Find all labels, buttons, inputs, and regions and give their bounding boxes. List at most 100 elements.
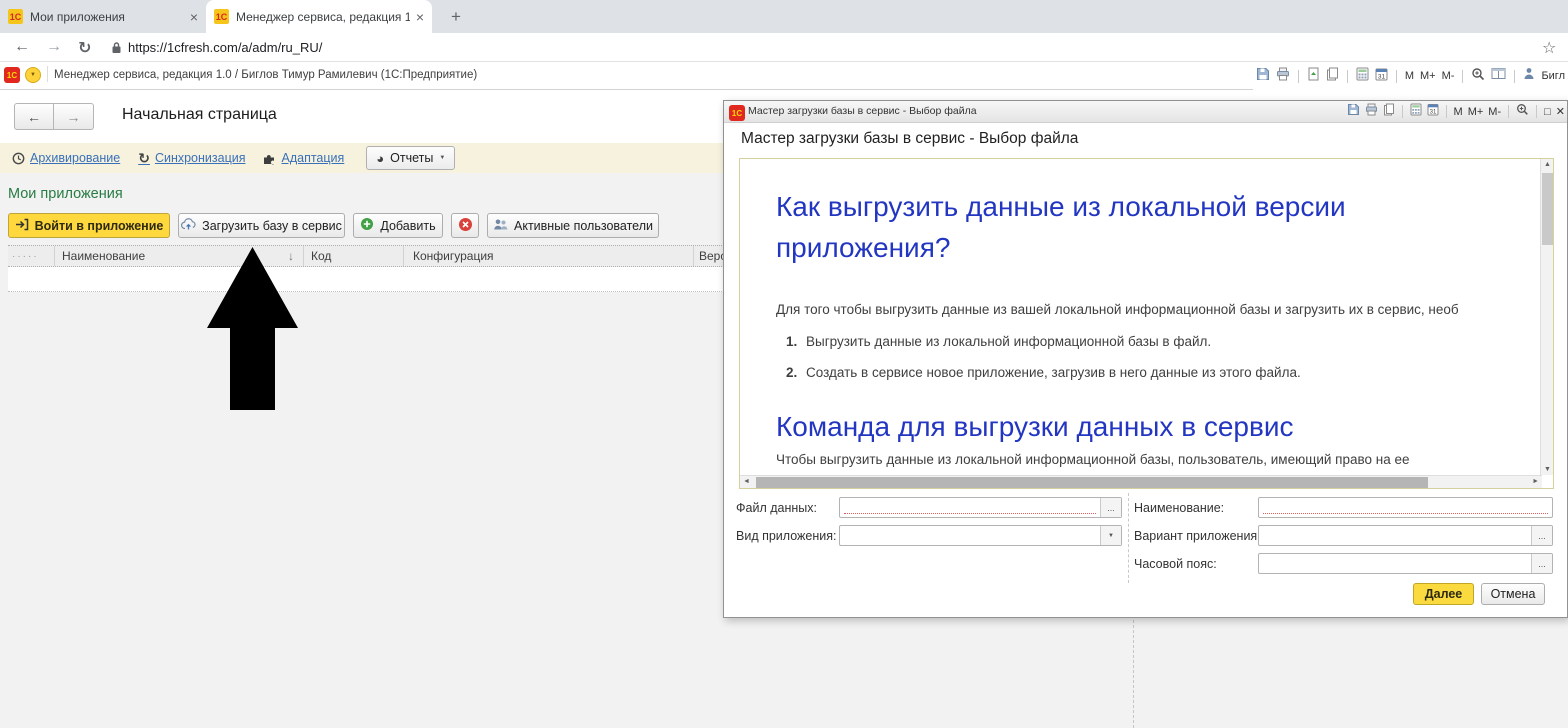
back-icon[interactable]: ← (14, 38, 30, 56)
divider (1401, 105, 1403, 118)
next-button[interactable]: Далее (1413, 583, 1474, 605)
app-toolbar: 31 M M+ M- Бигл (1252, 62, 1568, 90)
memory-m-minus-button[interactable]: M- (1442, 70, 1455, 82)
delete-button[interactable] (451, 213, 479, 238)
users-icon (493, 218, 508, 234)
calendar-icon[interactable]: 31 (1427, 103, 1439, 121)
tab-close-icon[interactable]: × (416, 9, 424, 25)
scroll-right-icon[interactable]: ► (1532, 478, 1539, 485)
archive-link[interactable]: Архивирование (12, 151, 120, 165)
memory-m-button[interactable]: M (1454, 106, 1463, 118)
url-text[interactable]: https://1cfresh.com/a/adm/ru_RU/ (128, 40, 322, 55)
split-window-icon[interactable] (1491, 67, 1506, 85)
reload-icon[interactable]: ↻ (78, 38, 91, 58)
cancel-button[interactable]: Отмена (1481, 583, 1545, 605)
new-tab-button[interactable]: + (443, 4, 469, 30)
tab-close-icon[interactable]: × (190, 9, 198, 25)
sync-link-label: Синхронизация (154, 151, 246, 165)
name-input[interactable] (1258, 497, 1553, 518)
column-divider[interactable] (54, 246, 55, 266)
data-file-input-area[interactable] (840, 498, 1100, 517)
calculator-icon[interactable] (1410, 103, 1422, 121)
enter-button-label: Войти в приложение (34, 218, 164, 233)
list-number: 2. (786, 365, 798, 380)
timezone-input-area[interactable] (1259, 554, 1531, 573)
cloud-upload-icon (181, 217, 196, 234)
memory-m-plus-button[interactable]: M+ (1420, 70, 1436, 82)
user-icon[interactable] (1523, 67, 1535, 85)
puzzle-icon (263, 152, 276, 165)
plus-circle-icon (360, 217, 374, 234)
column-divider[interactable] (303, 246, 304, 266)
column-code[interactable]: Код (311, 249, 331, 263)
enter-application-button[interactable]: Войти в приложение (8, 213, 170, 238)
app-kind-input-area[interactable] (840, 526, 1100, 545)
column-configuration[interactable]: Конфигурация (413, 249, 494, 263)
reports-button[interactable]: ◕ Отчеты ▼ (366, 146, 456, 170)
1c-logo-icon: 1С (729, 105, 745, 121)
memory-m-plus-button[interactable]: M+ (1468, 106, 1484, 118)
app-title: Менеджер сервиса, редакция 1.0 / Биглов … (54, 69, 478, 81)
column-divider[interactable] (403, 246, 404, 266)
maximize-icon[interactable]: □ (1544, 106, 1551, 118)
save-icon[interactable] (1347, 103, 1360, 121)
dropdown-button[interactable]: ▼ (1100, 526, 1121, 545)
add-button[interactable]: Добавить (353, 213, 443, 238)
app-variant-input[interactable]: ... (1258, 525, 1553, 546)
save-icon[interactable] (1256, 67, 1270, 86)
pie-chart-icon: ◕ (376, 150, 385, 166)
my-apps-section-title: Мои приложения (8, 186, 123, 202)
help-content-pane[interactable]: Как выгрузить данные из локальной версии… (739, 158, 1554, 489)
divider (1508, 105, 1510, 118)
app-kind-select[interactable]: ▼ (839, 525, 1122, 546)
timezone-input[interactable]: ... (1258, 553, 1553, 574)
print-preview-icon[interactable] (1383, 103, 1395, 121)
list-number: 1. (786, 334, 798, 349)
print-icon[interactable] (1365, 103, 1378, 121)
svg-text:31: 31 (1429, 109, 1436, 115)
scroll-left-icon[interactable]: ◄ (743, 478, 750, 485)
app-variant-input-area[interactable] (1259, 526, 1531, 545)
bookmark-star-icon[interactable]: ☆ (1542, 38, 1556, 58)
clock-icon (12, 152, 25, 165)
scroll-up-icon[interactable]: ▲ (1544, 161, 1551, 168)
browse-button[interactable]: ... (1100, 498, 1121, 517)
data-file-input[interactable]: ... (839, 497, 1122, 518)
sync-link[interactable]: ↻ Синхронизация (138, 150, 245, 167)
memory-m-button[interactable]: M (1405, 70, 1414, 82)
padlock-icon[interactable] (111, 41, 122, 59)
scroll-down-icon[interactable]: ▼ (1544, 466, 1551, 473)
close-icon[interactable]: ✕ (1556, 105, 1565, 118)
print-preview-icon[interactable] (1326, 67, 1339, 86)
browse-button[interactable]: ... (1531, 526, 1552, 545)
add-button-label: Добавить (380, 218, 436, 233)
reports-button-label: Отчеты (390, 151, 434, 165)
export-document-icon[interactable] (1307, 67, 1320, 86)
print-icon[interactable] (1276, 67, 1290, 86)
browser-tab-my-apps[interactable]: 1С Мои приложения × (0, 0, 206, 33)
column-name[interactable]: Наименование (62, 249, 145, 263)
horizontal-scrollbar[interactable]: ◄ ► (740, 475, 1542, 488)
calendar-icon[interactable]: 31 (1375, 67, 1388, 86)
calculator-icon[interactable] (1356, 67, 1369, 86)
history-forward-button[interactable]: → (54, 103, 94, 130)
upload-base-to-service-button[interactable]: Загрузить базу в сервис (178, 213, 345, 238)
vertical-scrollbar[interactable]: ▲ ▼ (1540, 159, 1553, 475)
horizontal-scroll-thumb[interactable] (756, 477, 1428, 488)
zoom-icon[interactable] (1471, 67, 1485, 86)
adaptation-link[interactable]: Адаптация (263, 151, 344, 165)
history-back-button[interactable]: ← (14, 103, 54, 130)
data-file-label: Файл данных: (736, 501, 817, 515)
divider (1445, 105, 1447, 118)
forward-icon[interactable]: → (46, 38, 62, 56)
browse-button[interactable]: ... (1531, 554, 1552, 573)
vertical-scroll-thumb[interactable] (1542, 173, 1553, 245)
browser-tab-service-manager[interactable]: 1С Менеджер сервиса, редакция 1 × (206, 0, 432, 33)
column-divider[interactable] (693, 246, 694, 266)
memory-m-minus-button[interactable]: M- (1488, 106, 1501, 118)
main-menu-button[interactable]: ▼ (25, 67, 41, 83)
adaptation-link-label: Адаптация (281, 151, 345, 165)
zoom-icon[interactable] (1516, 103, 1529, 121)
active-users-button[interactable]: Активные пользователи (487, 213, 659, 238)
name-input-area[interactable] (1259, 498, 1552, 517)
